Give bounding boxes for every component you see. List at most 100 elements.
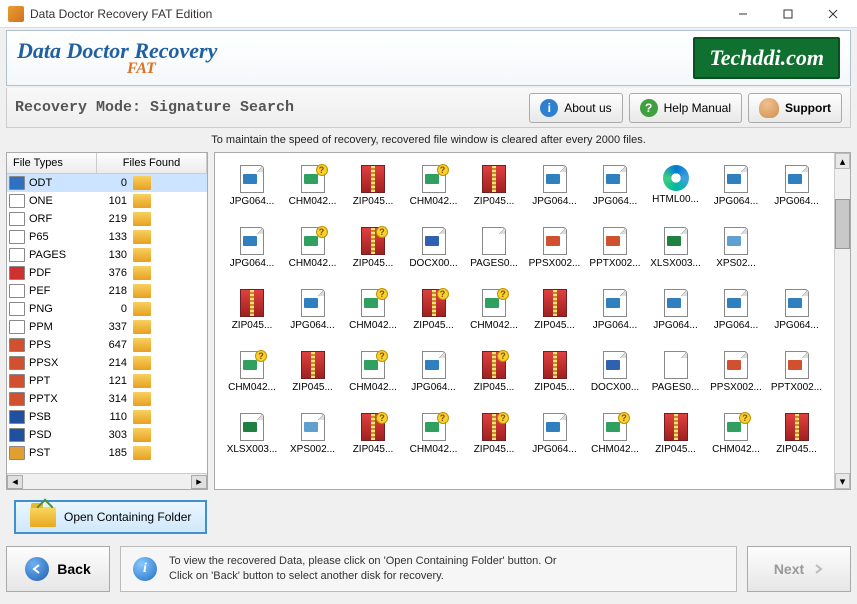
info-icon: i [133,557,157,581]
file-item[interactable]: ?CHM042... [284,165,342,207]
file-item[interactable]: JPG064... [526,165,584,207]
file-item[interactable]: PAGES0... [465,227,523,269]
file-item[interactable]: ZIP045... [768,413,826,455]
file-item[interactable]: ZIP045... [344,165,402,207]
vertical-scrollbar[interactable]: ▴ ▾ [834,153,850,489]
file-item[interactable]: ZIP045... [465,165,523,207]
horizontal-scrollbar[interactable]: ◂ ▸ [7,473,207,489]
file-item[interactable]: ?ZIP045... [465,351,523,393]
scroll-thumb[interactable] [835,199,850,249]
file-type-row[interactable]: PPM 337 [7,318,207,336]
minimize-button[interactable] [720,1,765,27]
col-file-types[interactable]: File Types [7,153,97,173]
file-label: PAGES0... [465,258,523,269]
col-files-found[interactable]: Files Found [97,153,207,173]
file-icon: ? [422,165,446,193]
file-item[interactable]: JPG064... [707,165,765,207]
file-type-row[interactable]: ODT 0 [7,174,207,192]
file-item[interactable]: PAGES0... [647,351,705,393]
file-item[interactable]: XPS002... [284,413,342,455]
file-type-row[interactable]: PSB 110 [7,408,207,426]
file-item[interactable]: ?CHM042... [465,289,523,331]
maximize-button[interactable] [765,1,810,27]
scroll-right-button[interactable]: ▸ [191,475,207,489]
file-item[interactable]: ZIP045... [647,413,705,455]
file-item[interactable]: JPG064... [768,165,826,207]
file-type-row[interactable]: P65 133 [7,228,207,246]
file-type-row[interactable]: PDF 376 [7,264,207,282]
file-item[interactable]: ZIP045... [526,289,584,331]
file-item[interactable]: JPG064... [405,351,463,393]
file-type-row[interactable]: PPTX 314 [7,390,207,408]
file-types-list[interactable]: ODT 0 ONE 101 ORF 219 P65 133 PAGES 130 … [7,174,207,473]
logo: Data Doctor Recovery FAT [17,38,217,78]
file-item[interactable]: ?CHM042... [405,165,463,207]
file-item[interactable]: ZIP045... [284,351,342,393]
file-label: PPSX002... [707,382,765,393]
file-item[interactable]: ?CHM042... [344,289,402,331]
file-item[interactable]: ?CHM042... [707,413,765,455]
file-item[interactable]: ?CHM042... [405,413,463,455]
file-icon [543,413,567,441]
file-item[interactable]: JPG064... [284,289,342,331]
file-type-row[interactable]: PEF 218 [7,282,207,300]
file-item[interactable]: ZIP045... [223,289,281,331]
file-type-row[interactable]: PPSX 214 [7,354,207,372]
file-item[interactable]: PPSX002... [707,351,765,393]
file-label: XLSX003... [223,444,281,455]
file-item[interactable]: JPG064... [223,227,281,269]
scroll-up-button[interactable]: ▴ [835,153,850,169]
file-item[interactable]: JPG064... [586,289,644,331]
file-grid[interactable]: JPG064...?CHM042...ZIP045...?CHM042...ZI… [215,153,834,489]
file-item[interactable]: DOCX00... [586,351,644,393]
file-item[interactable]: ?ZIP045... [344,227,402,269]
file-item[interactable]: XPS02... [707,227,765,269]
folder-icon [133,248,151,262]
file-item[interactable]: JPG064... [526,413,584,455]
file-item[interactable]: ?CHM042... [223,351,281,393]
next-button[interactable]: Next [747,546,851,592]
file-item[interactable]: ?CHM042... [344,351,402,393]
file-type-row[interactable]: PAGES 130 [7,246,207,264]
file-type-row[interactable]: PNG 0 [7,300,207,318]
file-item[interactable]: JPG064... [586,165,644,207]
arrow-right-icon [812,563,824,575]
footer: Back i To view the recovered Data, pleas… [6,546,851,592]
close-button[interactable] [810,1,855,27]
file-item[interactable]: ?CHM042... [284,227,342,269]
file-item[interactable]: ?ZIP045... [465,413,523,455]
file-icon: ? [361,289,385,317]
scroll-down-button[interactable]: ▾ [835,473,850,489]
file-item[interactable]: JPG064... [647,289,705,331]
file-type-row[interactable]: PPS 647 [7,336,207,354]
file-item[interactable]: XLSX003... [647,227,705,269]
open-containing-folder-button[interactable]: Open Containing Folder [14,500,207,534]
file-item[interactable]: ZIP045... [526,351,584,393]
file-item[interactable]: DOCX00... [405,227,463,269]
hint-text: To view the recovered Data, please click… [169,554,557,585]
file-item[interactable]: ?ZIP045... [344,413,402,455]
file-item[interactable]: PPTX002... [586,227,644,269]
folder-icon [133,446,151,460]
file-type-row[interactable]: PSD 303 [7,426,207,444]
file-icon [482,227,506,255]
file-item[interactable]: ?CHM042... [586,413,644,455]
file-item[interactable]: JPG064... [768,289,826,331]
file-icon [664,289,688,317]
help-button[interactable]: ? Help Manual [629,93,742,123]
back-button[interactable]: Back [6,546,110,592]
about-button[interactable]: i About us [529,93,622,123]
file-type-row[interactable]: ORF 219 [7,210,207,228]
file-type-row[interactable]: PST 185 [7,444,207,462]
file-type-row[interactable]: ONE 101 [7,192,207,210]
scroll-left-button[interactable]: ◂ [7,475,23,489]
file-item[interactable]: ?ZIP045... [405,289,463,331]
file-item[interactable]: JPG064... [707,289,765,331]
file-item[interactable]: HTML00... [647,165,705,207]
support-button[interactable]: Support [748,93,842,123]
file-type-row[interactable]: PPT 121 [7,372,207,390]
file-item[interactable]: PPSX002... [526,227,584,269]
file-item[interactable]: PPTX002... [768,351,826,393]
file-item[interactable]: XLSX003... [223,413,281,455]
file-item[interactable]: JPG064... [223,165,281,207]
